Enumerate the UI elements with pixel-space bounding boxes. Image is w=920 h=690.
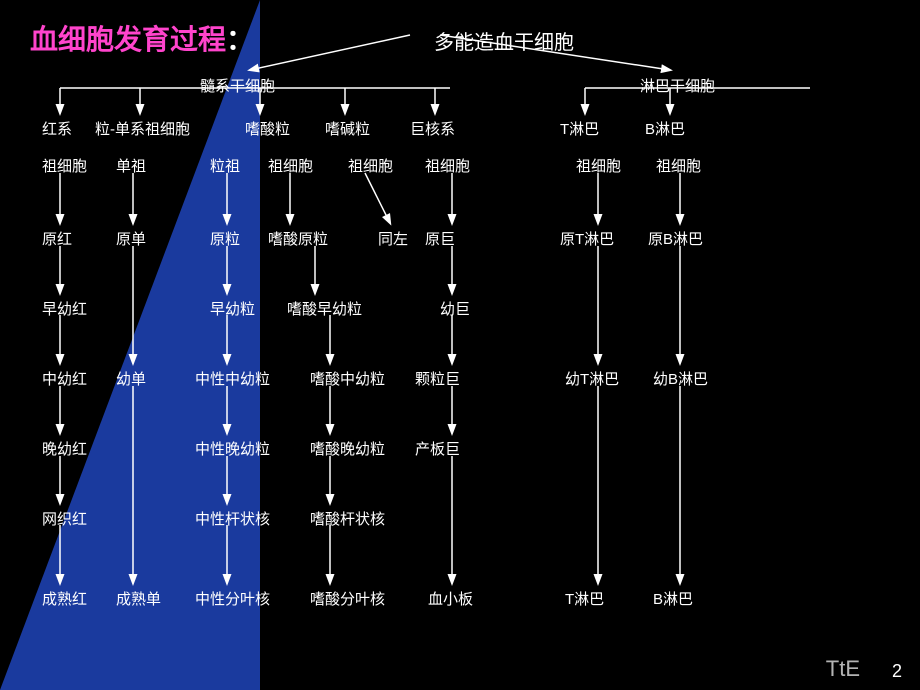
title-sub: 多能造血干细胞 bbox=[434, 26, 574, 55]
diagram-arrows bbox=[20, 60, 900, 660]
title-area: 血细胞发育过程 ： 多能造血干细胞 bbox=[30, 18, 574, 58]
watermark: TtE bbox=[826, 656, 860, 682]
title-colon: ： bbox=[226, 18, 254, 58]
page-number: 2 bbox=[892, 661, 902, 682]
diagram: 髓系干细胞 淋巴干细胞 红系 粒-单系祖细胞 嗜酸粒 嗜碱粒 巨核系 T淋巴 B… bbox=[20, 60, 900, 670]
title-main: 血细胞发育过程 bbox=[30, 18, 226, 58]
